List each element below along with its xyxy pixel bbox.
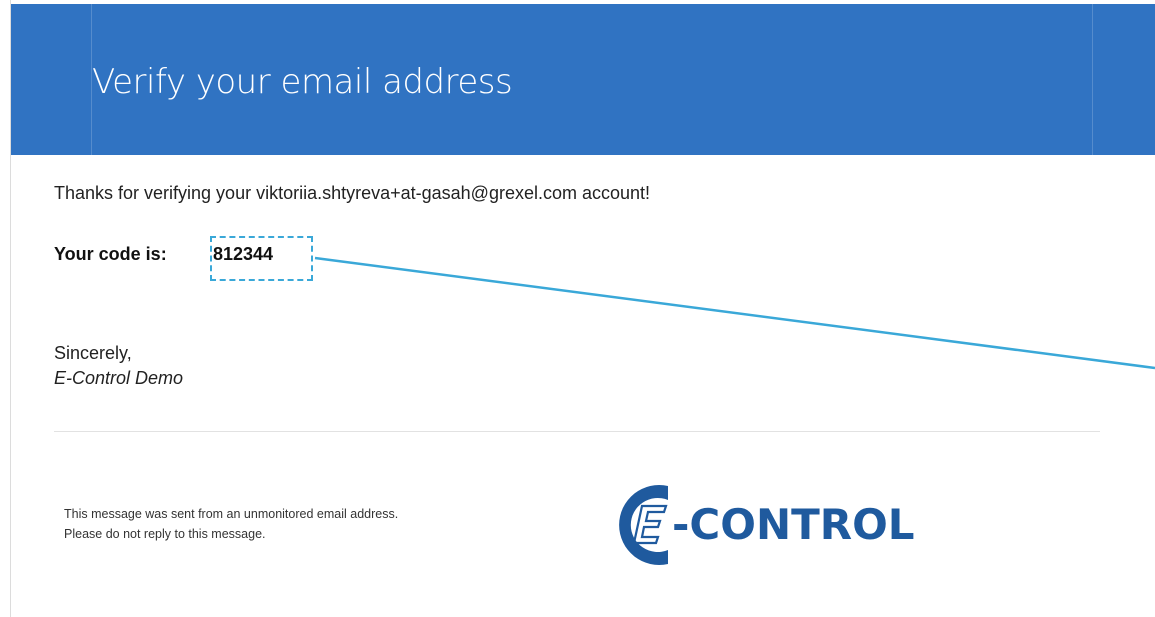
logo-e-letter-icon (632, 504, 668, 545)
banner-guide-line (1092, 4, 1093, 155)
email-header-banner: Verify your email address (11, 4, 1155, 155)
closing-text: Sincerely, (54, 343, 132, 363)
pointer-line (314, 256, 1155, 370)
e-control-logo: -CONTROL (619, 485, 915, 565)
email-heading: Verify your email address (92, 62, 513, 102)
footer-note-line-2: Please do not reply to this message. (64, 527, 266, 541)
verification-code: 812344 (213, 244, 274, 264)
footer-note-line-1: This message was sent from an unmonitore… (64, 507, 399, 521)
code-label: Your code is: (54, 244, 167, 264)
signature-text: E-Control Demo (54, 368, 184, 388)
thanks-text: Thanks for verifying your viktoriia.shty… (54, 183, 651, 203)
footer-divider (54, 431, 1100, 432)
logo-c-mark-icon (619, 485, 668, 565)
logo-wordmark: -CONTROL (672, 500, 915, 549)
